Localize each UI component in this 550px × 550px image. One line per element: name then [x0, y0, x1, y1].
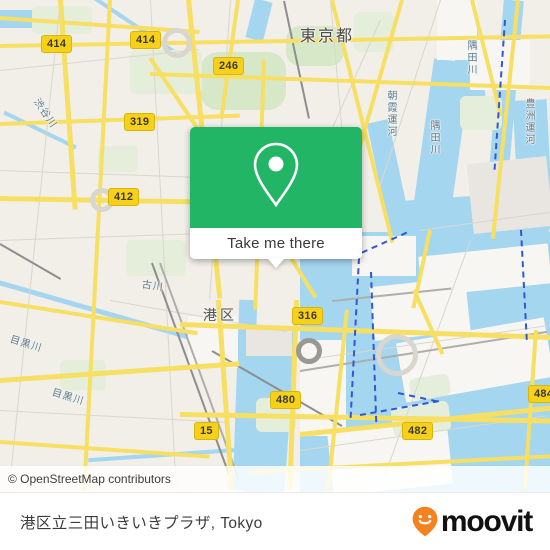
take-me-there-button[interactable]: Take me there	[190, 228, 362, 268]
water-label-shibuya: 渋谷川	[31, 96, 59, 131]
road-shield-15: 15	[194, 422, 219, 440]
water-label-sumida-1: 隅田川	[465, 40, 476, 76]
osm-attribution-text: © OpenStreetMap contributors	[8, 472, 171, 486]
map-canvas[interactable]: 東京都 港区 隅田川 隅田川 豊洲運河 朝霞運河 目黒川 目黒川 渋谷川 古川 …	[0, 0, 550, 492]
map-pin-icon	[248, 140, 304, 215]
road-shield-484: 484	[528, 385, 550, 403]
moovit-smiling-pin-icon	[411, 506, 439, 537]
popup-pin-area	[190, 127, 362, 228]
water-label-asaka-canal: 朝霞運河	[385, 90, 396, 138]
moovit-logo[interactable]: moovit	[411, 504, 533, 538]
road-shield-414-a: 414	[41, 35, 73, 53]
map-attribution-bar: © OpenStreetMap contributors	[0, 466, 550, 492]
road-shield-319: 319	[124, 113, 156, 131]
screen: 東京都 港区 隅田川 隅田川 豊洲運河 朝霞運河 目黒川 目黒川 渋谷川 古川 …	[0, 0, 550, 550]
page-title: 港区立三田いきいきプラザ, Tokyo	[20, 514, 263, 532]
water-label-furukawa: 古川	[141, 279, 165, 294]
road-shield-316: 316	[292, 307, 324, 325]
water-label-sumida-2: 隅田川	[428, 120, 439, 156]
place-label-minato: 港区	[203, 307, 237, 323]
road-shield-414-b: 414	[130, 31, 162, 49]
water-label-meguro-2: 目黒川	[50, 387, 86, 408]
road-shield-412: 412	[108, 188, 140, 206]
road-shield-246: 246	[213, 57, 245, 75]
road-shield-482: 482	[402, 422, 434, 440]
road-shield-480: 480	[270, 391, 302, 409]
location-popup-card[interactable]: Take me there	[190, 127, 362, 268]
popup-pointer-tip	[267, 258, 285, 268]
water-label-toyosu-canal: 豊洲運河	[523, 98, 534, 146]
place-label-tokyo: 東京都	[300, 28, 355, 45]
footer-bar: 港区立三田いきいきプラザ, Tokyo moovit	[0, 492, 550, 550]
take-me-there-label: Take me there	[227, 235, 325, 252]
water-label-meguro-1: 目黒川	[8, 334, 44, 355]
moovit-wordmark: moovit	[440, 504, 533, 538]
